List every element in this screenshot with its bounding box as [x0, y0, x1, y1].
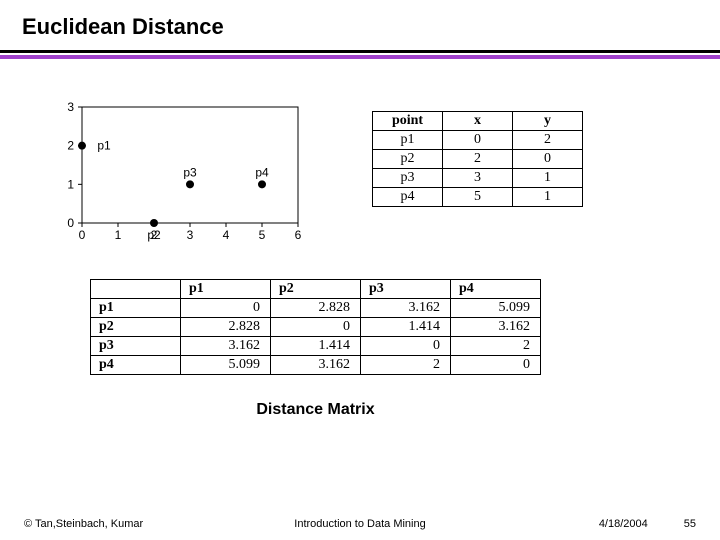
svg-text:2: 2: [67, 139, 74, 153]
coord-cell: p3: [373, 169, 443, 188]
dist-cell: 2.828: [181, 318, 271, 337]
dist-corner: [91, 280, 181, 299]
footer-center: Introduction to Data Mining: [0, 518, 720, 530]
coord-header: x: [443, 112, 513, 131]
coord-header: point: [373, 112, 443, 131]
distance-matrix-block: p1p2p3p4 p102.8283.1625.099p22.82801.414…: [90, 279, 541, 419]
coord-cell: 3: [443, 169, 513, 188]
dist-col-header: p3: [361, 280, 451, 299]
dist-cell: 1.414: [271, 337, 361, 356]
coord-cell: 1: [513, 169, 583, 188]
svg-text:p3: p3: [183, 165, 197, 179]
svg-text:1: 1: [67, 177, 74, 191]
distance-matrix-table: p1p2p3p4 p102.8283.1625.099p22.82801.414…: [90, 279, 541, 375]
scatter-plot: 01234560123p1p2p3p4: [48, 97, 308, 247]
coord-cell: 2: [443, 150, 513, 169]
page-title: Euclidean Distance: [0, 0, 720, 40]
svg-text:3: 3: [187, 228, 194, 242]
dist-cell: 5.099: [451, 299, 541, 318]
dist-cell: 1.414: [361, 318, 451, 337]
svg-text:p1: p1: [97, 139, 111, 153]
table-row: p102: [373, 131, 583, 150]
table-row: p220: [373, 150, 583, 169]
coord-header: y: [513, 112, 583, 131]
dist-cell: 0: [271, 318, 361, 337]
table-row: p45.0993.16220: [91, 356, 541, 375]
table-row: p33.1621.41402: [91, 337, 541, 356]
svg-text:p4: p4: [255, 165, 269, 179]
distance-matrix-caption: Distance Matrix: [90, 401, 541, 419]
dist-col-header: p2: [271, 280, 361, 299]
svg-text:5: 5: [259, 228, 266, 242]
dist-col-header: p1: [181, 280, 271, 299]
dist-cell: 3.162: [451, 318, 541, 337]
dist-cell: 0: [361, 337, 451, 356]
coord-cell: 0: [443, 131, 513, 150]
dist-row-header: p1: [91, 299, 181, 318]
slide-footer: Introduction to Data Mining © Tan,Steinb…: [0, 518, 720, 530]
coord-cell: p2: [373, 150, 443, 169]
dist-row-header: p4: [91, 356, 181, 375]
coordinates-table: pointxy p102p220p331p451: [372, 111, 583, 207]
dist-cell: 3.162: [361, 299, 451, 318]
coord-cell: p1: [373, 131, 443, 150]
dist-cell: 2: [361, 356, 451, 375]
coord-cell: 2: [513, 131, 583, 150]
title-divider: [0, 50, 720, 59]
svg-text:0: 0: [79, 228, 86, 242]
dist-cell: 3.162: [181, 337, 271, 356]
table-row: p451: [373, 188, 583, 207]
coord-cell: 5: [443, 188, 513, 207]
dist-row-header: p2: [91, 318, 181, 337]
dist-cell: 5.099: [181, 356, 271, 375]
dist-row-header: p3: [91, 337, 181, 356]
dist-cell: 2.828: [271, 299, 361, 318]
svg-text:6: 6: [295, 228, 302, 242]
svg-text:4: 4: [223, 228, 230, 242]
svg-text:p2: p2: [147, 228, 161, 242]
table-row: p102.8283.1625.099: [91, 299, 541, 318]
dist-cell: 0: [181, 299, 271, 318]
coord-cell: p4: [373, 188, 443, 207]
dist-cell: 3.162: [271, 356, 361, 375]
coord-cell: 1: [513, 188, 583, 207]
dist-col-header: p4: [451, 280, 541, 299]
table-row: p22.82801.4143.162: [91, 318, 541, 337]
dist-cell: 2: [451, 337, 541, 356]
svg-text:3: 3: [67, 100, 74, 114]
svg-text:0: 0: [67, 216, 74, 230]
dist-cell: 0: [451, 356, 541, 375]
svg-text:1: 1: [115, 228, 122, 242]
coord-cell: 0: [513, 150, 583, 169]
table-row: p331: [373, 169, 583, 188]
